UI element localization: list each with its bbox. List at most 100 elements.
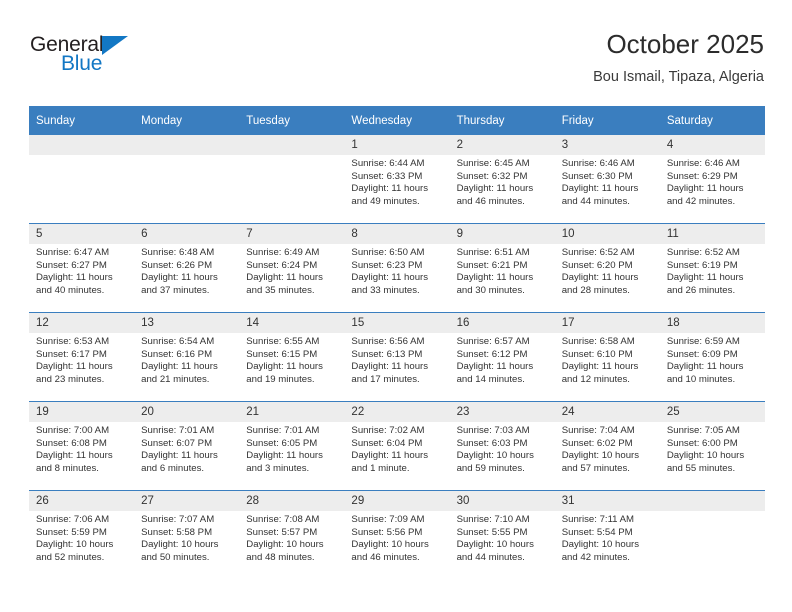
sunrise-text: Sunrise: 6:48 AM (141, 247, 215, 258)
daylight-text: Daylight: 10 hours and 52 minutes. (36, 539, 114, 563)
day-number: 2 (449, 135, 555, 155)
calendar-day-cell[interactable]: 28 Sunrise: 7:08 AM Sunset: 5:57 PM Dayligh… (239, 490, 345, 579)
day-number: 14 (239, 313, 345, 333)
sunset-text: Sunset: 6:32 PM (456, 170, 528, 182)
calendar-day-cell[interactable]: 26 Sunrise: 7:06 AM Sunset: 5:59 PM Dayligh… (29, 490, 135, 579)
day-details: Sunrise: 7:02 AM Sunset: 6:04 PM Daylight:… (344, 422, 449, 475)
page-title: October 2025 (606, 29, 764, 59)
sunrise-text: Sunrise: 7:08 AM (246, 514, 320, 525)
calendar-day-cell[interactable]: 3 Sunrise: 6:46 AM Sunset: 6:30 PM Daylight… (554, 135, 660, 224)
day-number: 23 (449, 402, 555, 422)
calendar-day-cell[interactable]: 21 Sunrise: 7:01 AM Sunset: 6:05 PM Dayligh… (239, 401, 345, 491)
daylight-text: Daylight: 11 hours and 6 minutes. (141, 450, 218, 474)
calendar-day-cell[interactable]: 12 Sunrise: 6:53 AM Sunset: 6:17 PM Dayligh… (29, 312, 135, 402)
sunrise-text: Sunrise: 7:01 AM (246, 425, 320, 436)
general-blue-logo[interactable]: General Blue (30, 34, 160, 86)
sunset-text: Sunset: 6:04 PM (351, 437, 423, 449)
calendar-day-cell[interactable]: 14 Sunrise: 6:55 AM Sunset: 6:15 PM Dayligh… (239, 312, 345, 402)
calendar-day-cell[interactable]: 23 Sunrise: 7:03 AM Sunset: 6:03 PM Dayligh… (449, 401, 555, 491)
sunrise-text: Sunrise: 7:04 AM (561, 425, 635, 436)
day-details: Sunrise: 7:10 AM Sunset: 5:55 PM Daylight:… (450, 511, 555, 564)
calendar-page: General Blue October 2025 Bou Ismail, Ti… (0, 0, 792, 612)
day-details: Sunrise: 6:57 AM Sunset: 6:12 PM Daylight:… (450, 333, 555, 386)
day-number: 18 (659, 313, 765, 333)
daylight-text: Daylight: 10 hours and 50 minutes. (141, 539, 219, 563)
daylight-text: Daylight: 11 hours and 33 minutes. (351, 272, 429, 296)
calendar-day-cell[interactable]: 13 Sunrise: 6:54 AM Sunset: 6:16 PM Dayligh… (134, 312, 240, 402)
sunrise-text: Sunrise: 7:09 AM (351, 514, 425, 525)
daylight-text: Daylight: 11 hours and 46 minutes. (456, 183, 534, 207)
calendar-day-cell[interactable]: 2 Sunrise: 6:45 AM Sunset: 6:32 PM Daylight… (449, 135, 555, 224)
sunset-text: Sunset: 6:20 PM (561, 259, 633, 271)
day-details: Sunrise: 6:56 AM Sunset: 6:13 PM Daylight:… (344, 333, 449, 386)
day-details: Sunrise: 6:48 AM Sunset: 6:26 PM Daylight:… (134, 244, 239, 297)
sunrise-text: Sunrise: 7:11 AM (561, 514, 635, 525)
calendar-week-row: 26 Sunrise: 7:06 AM Sunset: 5:59 PM Dayligh… (29, 490, 765, 579)
daylight-text: Daylight: 11 hours and 40 minutes. (36, 272, 113, 296)
weekday-header-wednesday: Wednesday (344, 106, 450, 135)
sunrise-text: Sunrise: 6:45 AM (456, 158, 530, 169)
calendar-day-cell[interactable]: 7 Sunrise: 6:49 AM Sunset: 6:24 PM Daylight… (239, 223, 345, 313)
daylight-text: Daylight: 11 hours and 3 minutes. (246, 450, 323, 474)
calendar-day-cell[interactable]: 27 Sunrise: 7:07 AM Sunset: 5:58 PM Dayligh… (134, 490, 240, 579)
calendar-day-cell[interactable]: 30 Sunrise: 7:10 AM Sunset: 5:55 PM Dayligh… (449, 490, 555, 579)
sunrise-text: Sunrise: 7:10 AM (456, 514, 530, 525)
sunrise-text: Sunrise: 6:46 AM (666, 158, 740, 169)
calendar-day-cell[interactable]: 17 Sunrise: 6:58 AM Sunset: 6:10 PM Dayligh… (554, 312, 660, 402)
calendar-day-cell[interactable]: 9 Sunrise: 6:51 AM Sunset: 6:21 PM Daylight… (449, 223, 555, 313)
day-number: 17 (554, 313, 660, 333)
calendar-day-cell[interactable]: 8 Sunrise: 6:50 AM Sunset: 6:23 PM Daylight… (344, 223, 450, 313)
calendar-day-cell[interactable]: 22 Sunrise: 7:02 AM Sunset: 6:04 PM Dayligh… (344, 401, 450, 491)
calendar-day-cell[interactable]: 10 Sunrise: 6:52 AM Sunset: 6:20 PM Dayligh… (554, 223, 660, 313)
calendar-day-cell[interactable]: 29 Sunrise: 7:09 AM Sunset: 5:56 PM Dayligh… (344, 490, 450, 579)
calendar-day-cell[interactable]: 5 Sunrise: 6:47 AM Sunset: 6:27 PM Daylight… (29, 223, 135, 313)
daylight-text: Daylight: 11 hours and 19 minutes. (246, 361, 323, 385)
calendar-day-cell[interactable]: 19 Sunrise: 7:00 AM Sunset: 6:08 PM Dayligh… (29, 401, 135, 491)
calendar-day-cell[interactable]: 18 Sunrise: 6:59 AM Sunset: 6:09 PM Dayligh… (659, 312, 765, 402)
sunset-text: Sunset: 6:15 PM (246, 348, 318, 360)
day-number: 10 (554, 224, 660, 244)
sunset-text: Sunset: 6:13 PM (351, 348, 423, 360)
day-number: 1 (344, 135, 450, 155)
sunset-text: Sunset: 6:05 PM (246, 437, 318, 449)
day-details: Sunrise: 7:00 AM Sunset: 6:08 PM Daylight:… (29, 422, 134, 475)
sunset-text: Sunset: 6:26 PM (141, 259, 213, 271)
calendar-header: Sunday Monday Tuesday Wednesday Thursday… (29, 106, 765, 135)
calendar-day-cell[interactable]: 15 Sunrise: 6:56 AM Sunset: 6:13 PM Dayligh… (344, 312, 450, 402)
sunset-text: Sunset: 6:12 PM (456, 348, 528, 360)
calendar-day-cell[interactable]: 16 Sunrise: 6:57 AM Sunset: 6:12 PM Dayligh… (449, 312, 555, 402)
daylight-text: Daylight: 11 hours and 49 minutes. (351, 183, 429, 207)
sunset-text: Sunset: 6:08 PM (36, 437, 107, 449)
calendar-day-cell[interactable]: 24 Sunrise: 7:04 AM Sunset: 6:02 PM Dayligh… (554, 401, 660, 491)
day-details: Sunrise: 6:53 AM Sunset: 6:17 PM Daylight:… (29, 333, 134, 386)
sunrise-text: Sunrise: 6:49 AM (246, 247, 320, 258)
sunrise-text: Sunrise: 6:55 AM (246, 336, 320, 347)
daylight-text: Daylight: 10 hours and 57 minutes. (561, 450, 640, 474)
calendar-day-cell[interactable]: 25 Sunrise: 7:05 AM Sunset: 6:00 PM Dayligh… (659, 401, 765, 491)
calendar-day-cell[interactable]: 20 Sunrise: 7:01 AM Sunset: 6:07 PM Dayligh… (134, 401, 240, 491)
day-number: 29 (344, 491, 450, 511)
calendar-day-cell[interactable]: 6 Sunrise: 6:48 AM Sunset: 6:26 PM Daylight… (134, 223, 240, 313)
sunrise-text: Sunrise: 6:59 AM (666, 336, 740, 347)
day-number: 19 (29, 402, 135, 422)
calendar-day-cell[interactable]: 4 Sunrise: 6:46 AM Sunset: 6:29 PM Daylight… (659, 135, 765, 224)
day-details: Sunrise: 6:49 AM Sunset: 6:24 PM Daylight:… (239, 244, 344, 297)
day-number: 24 (554, 402, 660, 422)
sunrise-text: Sunrise: 7:07 AM (141, 514, 215, 525)
calendar-body: 1 Sunrise: 6:44 AM Sunset: 6:33 PM Daylight… (29, 135, 765, 579)
sunrise-text: Sunrise: 6:44 AM (351, 158, 425, 169)
daylight-text: Daylight: 11 hours and 30 minutes. (456, 272, 534, 296)
day-details: Sunrise: 6:45 AM Sunset: 6:32 PM Daylight:… (450, 155, 555, 208)
day-details: Sunrise: 6:58 AM Sunset: 6:10 PM Daylight:… (555, 333, 660, 386)
calendar-day-cell[interactable]: 31 Sunrise: 7:11 AM Sunset: 5:54 PM Dayligh… (554, 490, 660, 579)
weekday-header-thursday: Thursday (449, 106, 555, 135)
daylight-text: Daylight: 11 hours and 1 minute. (351, 450, 429, 474)
day-number: 7 (239, 224, 345, 244)
daylight-text: Daylight: 11 hours and 37 minutes. (141, 272, 218, 296)
sunrise-text: Sunrise: 6:53 AM (36, 336, 110, 347)
sunrise-text: Sunrise: 6:51 AM (456, 247, 530, 258)
day-details: Sunrise: 7:08 AM Sunset: 5:57 PM Daylight:… (239, 511, 344, 564)
calendar-day-cell[interactable]: 1 Sunrise: 6:44 AM Sunset: 6:33 PM Daylight… (344, 135, 450, 224)
calendar-day-cell[interactable]: 11 Sunrise: 6:52 AM Sunset: 6:19 PM Dayligh… (659, 223, 765, 313)
day-details: Sunrise: 6:59 AM Sunset: 6:09 PM Daylight:… (660, 333, 765, 386)
